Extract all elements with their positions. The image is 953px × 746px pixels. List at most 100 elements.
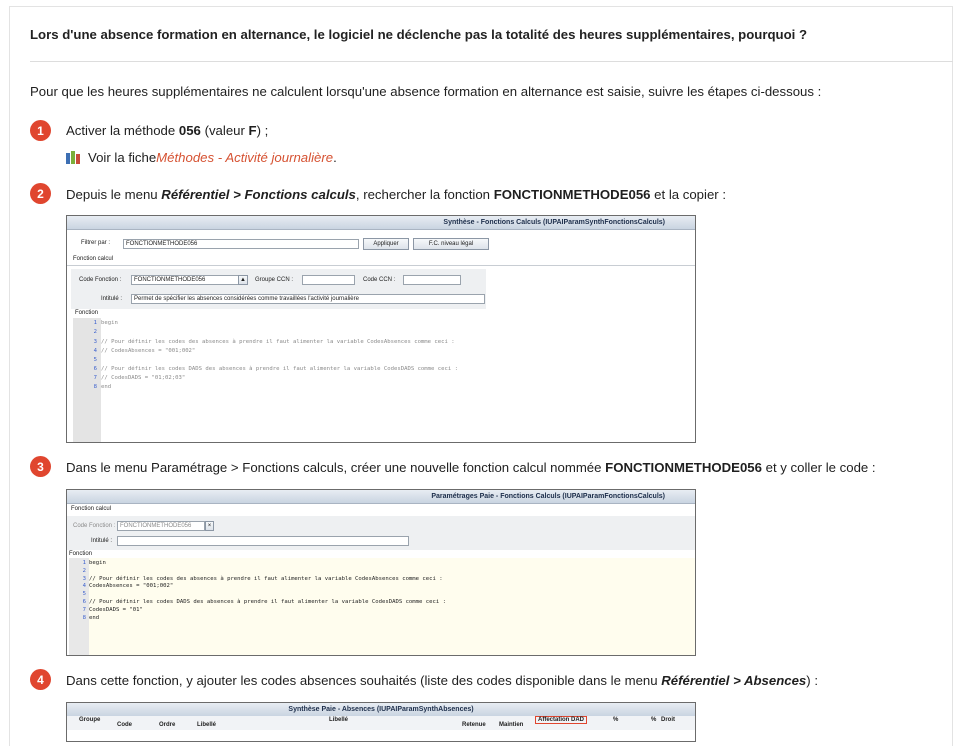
step-1-part-d: F [248, 123, 257, 138]
shot1-dropdown-icon[interactable]: ▲ [238, 275, 248, 285]
shot2-ln: 3 [82, 576, 86, 582]
shot3-col: Code [117, 722, 132, 728]
step-1-part-c: (valeur [200, 123, 249, 138]
books-icon [66, 151, 82, 164]
step-1-text: Activer la méthode 056 (valeur F) ; [66, 123, 268, 138]
step-2-part-e: et la copier : [650, 187, 726, 202]
step-4-part-b: Référentiel > Absences [661, 673, 807, 688]
shot3-col: Libellé [197, 722, 217, 728]
shot2-ln: 6 [82, 599, 86, 605]
step-3-part-b: FONCTIONMETHODE056 [605, 460, 762, 475]
shot2-intitule-label: Intitulé : [91, 538, 113, 544]
shot1-ccn-input[interactable] [403, 275, 461, 285]
shot1-ln: 3 [93, 339, 97, 345]
shot1-ccn-group-label: Groupe CCN : [255, 277, 294, 283]
shot2-section-fn: Fonction [69, 551, 93, 557]
shot1-code-line: // Pour définir les codes des absences à… [101, 339, 455, 345]
shot1-filter-label: Filtrer par : [81, 240, 111, 246]
step-4-part-c: ) : [806, 673, 819, 688]
shot1-filter-input[interactable]: FONCTIONMETHODE056 [123, 239, 359, 249]
shot3-col-highlight: Affectation DAD [535, 716, 587, 724]
intro-text: Pour que les heures supplémentaires ne c… [30, 84, 822, 99]
shot1-ccn-label: Code CCN : [363, 277, 396, 283]
shot1-code-input[interactable]: FONCTIONMETHODE056 [131, 275, 239, 285]
step-4-part-a: Dans cette fonction, y ajouter les codes… [66, 673, 662, 688]
question-title: Lors d'une absence formation en alternan… [30, 27, 808, 42]
shot1-code-line: // Pour définir les codes DADS des absen… [101, 366, 458, 372]
shot2-code-line: begin [89, 560, 106, 566]
divider [30, 61, 953, 62]
step-2-part-d: FONCTIONMETHODE056 [493, 187, 651, 202]
step-1-part-b: 056 [178, 123, 201, 138]
shot2-ln: 1 [82, 560, 86, 566]
shot1-apply-button[interactable]: Appliquer [363, 238, 409, 250]
methodes-link[interactable]: Méthodes - Activité journalière [156, 150, 333, 165]
shot2-code-line: // Pour définir les codes DADS des absen… [89, 599, 446, 605]
screenshot-synthese-fonctions: Synthèse - Fonctions Calculs (IUPAIParam… [66, 215, 696, 443]
shot1-ln: 5 [93, 357, 97, 363]
step-1-badge: 1 [30, 120, 51, 141]
step-1-sub-prefix: Voir la fiche [88, 150, 157, 165]
shot1-code-line: // CodesDADS = "01;02;03" [101, 375, 186, 381]
step-1-part-e: ) ; [256, 123, 269, 138]
step-4-text: Dans cette fonction, y ajouter les codes… [66, 673, 818, 688]
shot1-ln: 4 [93, 348, 97, 354]
shot3-col: % [613, 717, 619, 723]
shot2-ln: 8 [82, 615, 86, 621]
shot2-editor[interactable] [89, 558, 695, 655]
shot1-section-fn: Fonction [75, 310, 99, 316]
shot2-intitule-input[interactable] [117, 536, 409, 546]
shot2-code-line: // Pour définir les codes des absences à… [89, 576, 443, 582]
step-2-part-a: Depuis le menu [66, 187, 162, 202]
shot3-title: Synthèse Paie - Absences (IUPAIParamSynt… [67, 703, 695, 717]
step-3-part-a: Dans le menu Paramétrage > Fonctions cal… [66, 460, 606, 475]
shot2-clear-icon[interactable]: × [205, 521, 214, 531]
shot1-ln: 6 [93, 366, 97, 372]
shot2-ln: 2 [82, 568, 86, 574]
shot3-col: Droit [661, 717, 675, 723]
step-3-part-c: et y coller le code : [761, 460, 876, 475]
step-1-subline: Voir la fiche Méthodes - Activité journa… [66, 150, 337, 165]
shot3-col: % [651, 717, 657, 723]
shot1-code-line: begin [101, 320, 118, 326]
shot1-legal-button[interactable]: F.C. niveau légal [413, 238, 489, 250]
shot1-ln: 2 [93, 329, 97, 335]
step-2-text: Depuis le menu Référentiel > Fonctions c… [66, 187, 726, 202]
screenshot-synthese-absences: Synthèse Paie - Absences (IUPAIParamSynt… [66, 702, 696, 742]
shot3-col: Libellé [329, 717, 349, 723]
step-3-text: Dans le menu Paramétrage > Fonctions cal… [66, 460, 876, 475]
shot2-code-line: CodesDADS = "01" [89, 607, 143, 613]
shot2-section-fc: Fonction calcul [71, 506, 112, 512]
shot3-col: Ordre [159, 722, 176, 728]
shot1-code-line: // CodesAbsences = "001;002" [101, 348, 196, 354]
screenshot-parametrages-fonctions: Paramétrages Paie - Fonctions Calculs (I… [66, 489, 696, 656]
shot1-ln: 1 [93, 320, 97, 326]
shot1-ln: 7 [93, 375, 97, 381]
step-2-badge: 2 [30, 183, 51, 204]
shot1-section-fc: Fonction calcul [73, 256, 114, 262]
shot1-code-label: Code Fonction : [79, 277, 122, 283]
step-1-sub-suffix: . [333, 150, 337, 165]
shot2-ln: 7 [82, 607, 86, 613]
shot1-code-line: end [101, 384, 112, 390]
step-3-badge: 3 [30, 456, 51, 477]
shot2-ln: 5 [82, 591, 86, 597]
shot1-ln: 8 [93, 384, 97, 390]
shot2-ln: 4 [82, 583, 86, 589]
shot2-code-input[interactable]: FONCTIONMETHODE056 [117, 521, 205, 531]
shot3-col: Maintien [499, 722, 524, 728]
shot3-col: Groupe [79, 717, 101, 723]
shot1-intitule-label: Intitulé : [101, 296, 123, 302]
step-2-part-b: Référentiel > Fonctions calculs [161, 187, 356, 202]
shot2-code-line: end [89, 615, 100, 621]
shot2-code-label: Code Fonction : [73, 523, 116, 529]
step-4-badge: 4 [30, 669, 51, 690]
shot1-intitule-input[interactable]: Permet de spécifier les absences considé… [131, 294, 485, 304]
shot1-title: Synthèse - Fonctions Calculs (IUPAIParam… [67, 216, 695, 230]
step-2-part-c: , rechercher la fonction [355, 187, 494, 202]
shot2-code-line: CodesAbsences = "001;002" [89, 583, 174, 589]
shot1-ccn-group-input[interactable] [302, 275, 355, 285]
step-1-part-a: Activer la méthode [66, 123, 179, 138]
shot2-title: Paramétrages Paie - Fonctions Calculs (I… [67, 490, 695, 504]
shot3-col: Retenue [462, 722, 486, 728]
